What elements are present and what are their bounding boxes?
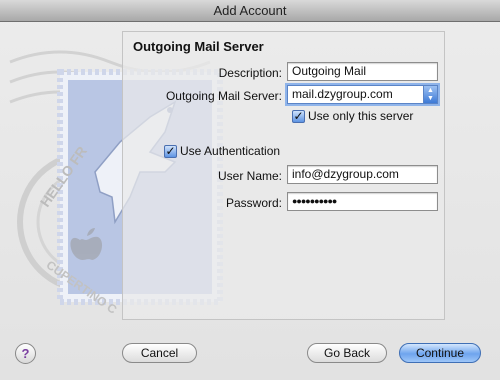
use-authentication-checkbox[interactable]: ✓ [164, 144, 177, 158]
continue-button[interactable]: Continue [399, 343, 481, 363]
go-back-button[interactable]: Go Back [307, 343, 387, 363]
use-only-server-checkbox[interactable]: ✓ [292, 109, 305, 123]
panel-title: Outgoing Mail Server [133, 39, 264, 54]
use-authentication-label: Use Authentication [180, 144, 281, 158]
username-label: User Name: [217, 169, 282, 183]
use-authentication-option[interactable]: ✓ Use Authentication [164, 144, 280, 158]
username-field[interactable]: info@dzygroup.com [287, 165, 438, 184]
password-label: Password: [225, 196, 282, 210]
add-account-window: Add Account HELLO FR CUPERTINO C Outgoin… [0, 0, 500, 380]
outgoing-server-combo[interactable]: mail.dzygroup.com ▲ ▼ [287, 85, 438, 104]
description-field[interactable]: Outgoing Mail [287, 62, 438, 81]
outgoing-server-value: mail.dzygroup.com [292, 87, 393, 101]
cancel-button[interactable]: Cancel [122, 343, 197, 363]
use-only-server-label: Use only this server [308, 109, 414, 123]
outgoing-server-label: Outgoing Mail Server: [165, 89, 282, 103]
use-only-server-option[interactable]: ✓ Use only this server [292, 109, 413, 123]
description-label: Description: [218, 66, 282, 80]
password-field[interactable]: ●●●●●●●●●● [287, 192, 438, 211]
help-icon[interactable]: ? [15, 343, 36, 364]
chevron-down-icon[interactable]: ▲ ▼ [423, 86, 437, 103]
window-title: Add Account [0, 0, 500, 22]
